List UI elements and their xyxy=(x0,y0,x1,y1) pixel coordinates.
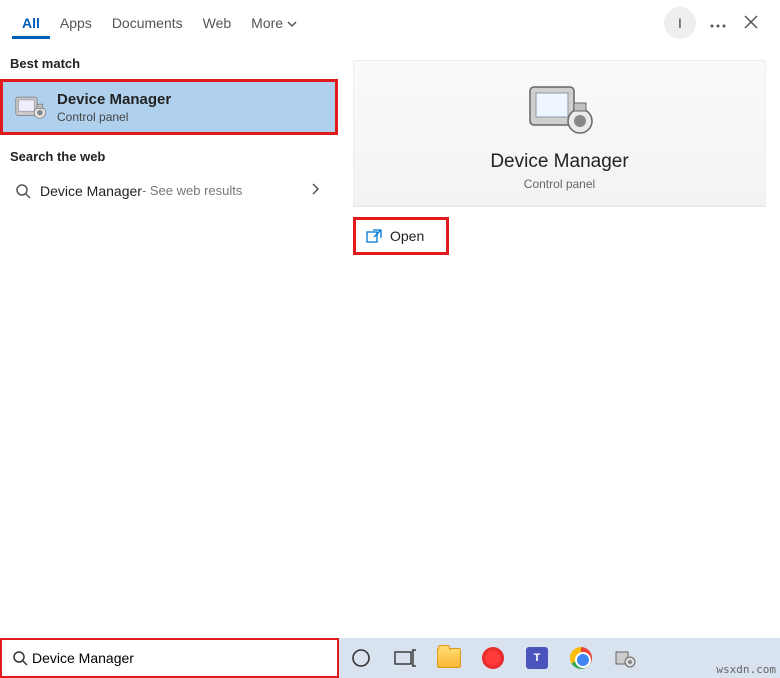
watermark: wsxdn.com xyxy=(716,663,776,676)
best-match-text: Device Manager Control panel xyxy=(57,91,171,124)
close-icon xyxy=(744,15,758,29)
close-button[interactable] xyxy=(734,7,768,40)
tab-all[interactable]: All xyxy=(12,7,50,39)
divider xyxy=(353,206,766,207)
chrome-icon[interactable] xyxy=(567,644,595,672)
preview-card: Device Manager Control panel xyxy=(353,60,766,206)
search-icon xyxy=(12,650,28,666)
teams-icon[interactable]: T xyxy=(523,644,551,672)
more-options-button[interactable] xyxy=(702,7,734,39)
section-search-web-label: Search the web xyxy=(0,139,338,172)
device-manager-taskbar-icon[interactable] xyxy=(611,644,639,672)
tab-more[interactable]: More xyxy=(241,7,307,39)
preview-subtitle: Control panel xyxy=(524,177,595,191)
file-explorer-icon[interactable] xyxy=(435,644,463,672)
search-box[interactable] xyxy=(0,638,339,678)
tab-documents[interactable]: Documents xyxy=(102,7,193,39)
opera-icon[interactable] xyxy=(479,644,507,672)
right-column: I Device Manager Control panel xyxy=(339,0,780,636)
open-action[interactable]: Open xyxy=(353,217,449,255)
preview-title: Device Manager xyxy=(490,151,628,173)
task-view-icon[interactable] xyxy=(391,644,419,672)
web-result-item[interactable]: Device Manager - See web results xyxy=(0,172,338,209)
ellipsis-icon xyxy=(710,24,726,28)
header-actions-row: I xyxy=(339,0,780,46)
avatar[interactable]: I xyxy=(664,7,696,39)
open-icon xyxy=(366,229,382,243)
section-best-match-label: Best match xyxy=(0,46,338,79)
device-manager-icon xyxy=(13,90,47,124)
web-result-term: Device Manager xyxy=(40,183,142,199)
cortana-icon[interactable] xyxy=(347,644,375,672)
chevron-right-icon xyxy=(310,182,320,199)
filter-tabs-row: All Apps Documents Web More xyxy=(0,0,338,46)
open-label: Open xyxy=(390,228,424,244)
left-column: All Apps Documents Web More Best match xyxy=(0,0,339,636)
best-match-subtitle: Control panel xyxy=(57,110,171,124)
search-input[interactable] xyxy=(28,644,327,672)
search-icon xyxy=(12,183,34,199)
best-match-title: Device Manager xyxy=(57,91,171,108)
search-results-panel: All Apps Documents Web More Best match xyxy=(0,0,780,636)
tab-web[interactable]: Web xyxy=(193,7,242,39)
taskbar: T xyxy=(339,638,780,678)
tab-more-label: More xyxy=(251,15,283,31)
web-result-suffix: - See web results xyxy=(142,183,242,198)
tab-apps[interactable]: Apps xyxy=(50,7,102,39)
device-manager-large-icon xyxy=(522,79,598,139)
chevron-down-icon xyxy=(287,19,297,29)
best-match-result[interactable]: Device Manager Control panel xyxy=(0,79,338,135)
